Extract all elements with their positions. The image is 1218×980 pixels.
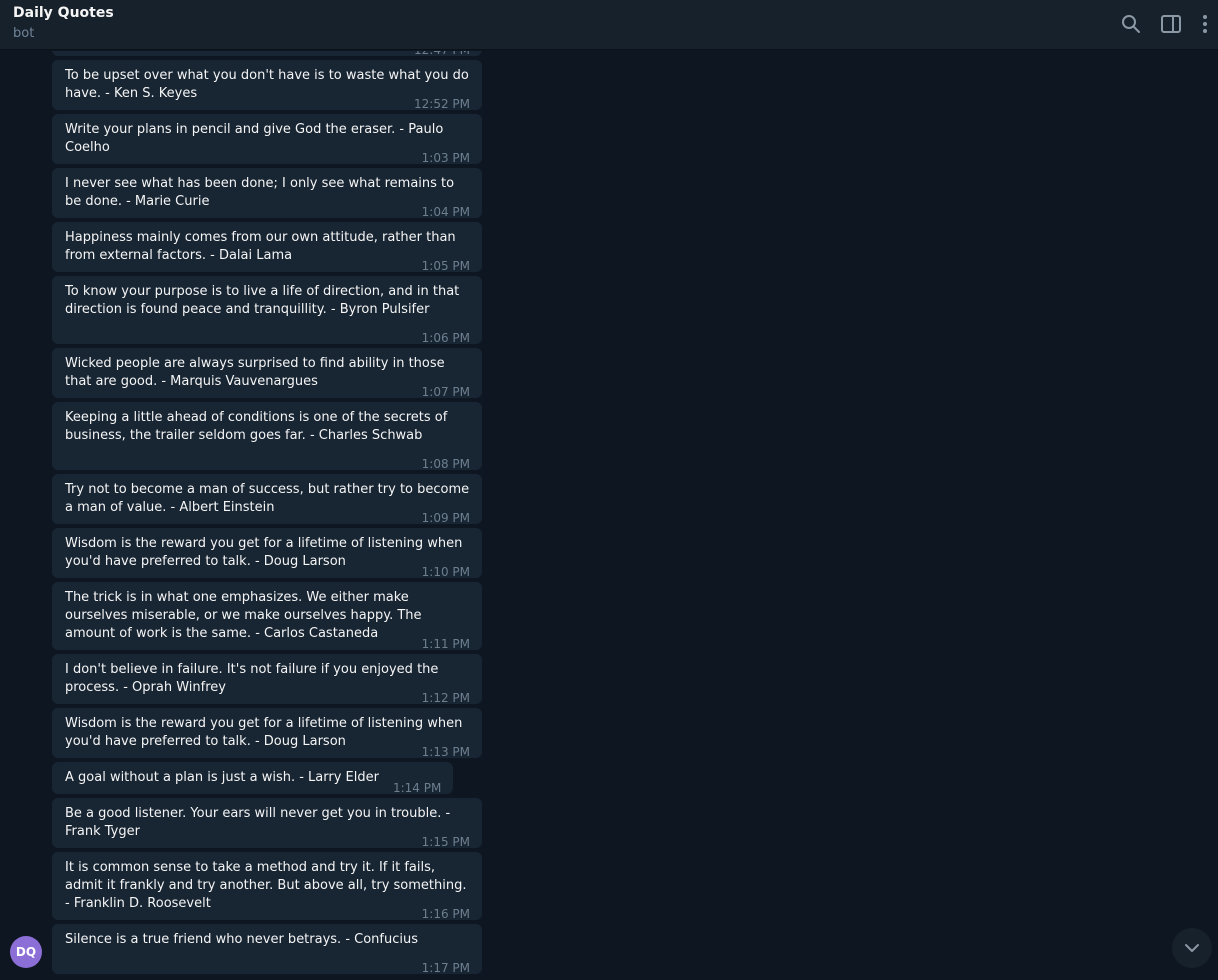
message-bubble[interactable]: I don't believe in failure. It's not fai… — [52, 654, 482, 705]
message-text: I don't believe in failure. It's not fai… — [65, 662, 439, 695]
avatar[interactable]: DQ — [10, 936, 42, 968]
message-bubble[interactable]: The trick is in what one emphasizes. We … — [52, 582, 482, 651]
message-time: 1:03 PM — [421, 151, 470, 165]
message-text: Write your plans in pencil and give God … — [65, 122, 444, 155]
message-bubble[interactable]: Happiness mainly comes from our own atti… — [52, 222, 482, 273]
message-text: Try not to become a man of success, but … — [65, 482, 470, 515]
chevron-down-icon — [1185, 944, 1199, 952]
message-text: To be upset over what you don't have is … — [65, 68, 469, 101]
message-bubble[interactable]: Silence is a true friend who never betra… — [52, 924, 482, 975]
message-time: 1:04 PM — [421, 205, 470, 219]
message-bubble[interactable]: To know your purpose is to live a life o… — [52, 276, 482, 345]
message-text: The trick is in what one emphasizes. We … — [65, 590, 422, 641]
message-text: Wicked people are always surprised to fi… — [65, 356, 445, 389]
message-bubble[interactable]: Be a good listener. Your ears will never… — [52, 798, 482, 849]
message-bubble[interactable]: It is common sense to take a method and … — [52, 852, 482, 921]
message-time: 12:52 PM — [414, 97, 470, 111]
message-time: 1:17 PM — [421, 961, 470, 975]
message-bubble[interactable]: Wisdom is the reward you get for a lifet… — [52, 528, 482, 579]
message-time: 1:07 PM — [421, 385, 470, 399]
more-menu-icon[interactable] — [1195, 12, 1215, 36]
message-bubble[interactable]: Wisdom is the reward you get for a lifet… — [52, 708, 482, 759]
chat-title[interactable]: Daily Quotes — [13, 5, 114, 21]
message-time: 12:47 PM — [414, 51, 470, 59]
message-list[interactable]: The pessimist sees difficulty in every o… — [0, 51, 1218, 980]
message-text: It is common sense to take a method and … — [65, 860, 467, 911]
message-time: 1:14 PM — [392, 781, 442, 795]
message-bubble[interactable]: Try not to become a man of success, but … — [52, 474, 482, 525]
search-icon[interactable] — [1119, 12, 1143, 36]
message-time: 1:16 PM — [421, 907, 470, 921]
message-time: 1:12 PM — [421, 691, 470, 705]
message-text: A goal without a plan is just a wish. - … — [65, 770, 379, 785]
message-text: Wisdom is the reward you get for a lifet… — [65, 716, 463, 749]
message-time: 1:10 PM — [421, 565, 470, 579]
message-bubble[interactable]: I never see what has been done; I only s… — [52, 168, 482, 219]
message-text: Keeping a little ahead of conditions is … — [65, 410, 448, 443]
message-bubble[interactable]: The pessimist sees difficulty in every o… — [52, 51, 482, 59]
message-text: I never see what has been done; I only s… — [65, 176, 455, 209]
message-time: 1:09 PM — [421, 511, 470, 525]
message-text: Be a good listener. Your ears will never… — [65, 806, 451, 839]
chat-subtitle: bot — [13, 26, 35, 41]
sidebar-toggle-icon[interactable] — [1159, 12, 1183, 36]
message-time: 1:11 PM — [421, 637, 470, 651]
scroll-down-button[interactable] — [1172, 928, 1212, 968]
message-time: 1:15 PM — [421, 835, 470, 849]
message-text: To know your purpose is to live a life o… — [65, 284, 460, 317]
message-time: 1:13 PM — [421, 745, 470, 759]
message-time: 1:08 PM — [421, 457, 470, 471]
message-text: Wisdom is the reward you get for a lifet… — [65, 536, 463, 569]
message-time: 1:06 PM — [421, 331, 470, 345]
message-text: Happiness mainly comes from our own atti… — [65, 230, 456, 263]
message-bubble[interactable]: A goal without a plan is just a wish. - … — [52, 762, 454, 795]
chat-header: Daily Quotes bot — [0, 0, 1218, 50]
message-bubble[interactable]: To be upset over what you don't have is … — [52, 60, 482, 111]
message-time: 1:05 PM — [421, 259, 470, 273]
message-bubble[interactable]: Write your plans in pencil and give God … — [52, 114, 482, 165]
message-bubble[interactable]: Keeping a little ahead of conditions is … — [52, 402, 482, 471]
message-text: Silence is a true friend who never betra… — [65, 932, 419, 947]
messages-column: The pessimist sees difficulty in every o… — [52, 51, 482, 975]
message-bubble[interactable]: Wicked people are always surprised to fi… — [52, 348, 482, 399]
